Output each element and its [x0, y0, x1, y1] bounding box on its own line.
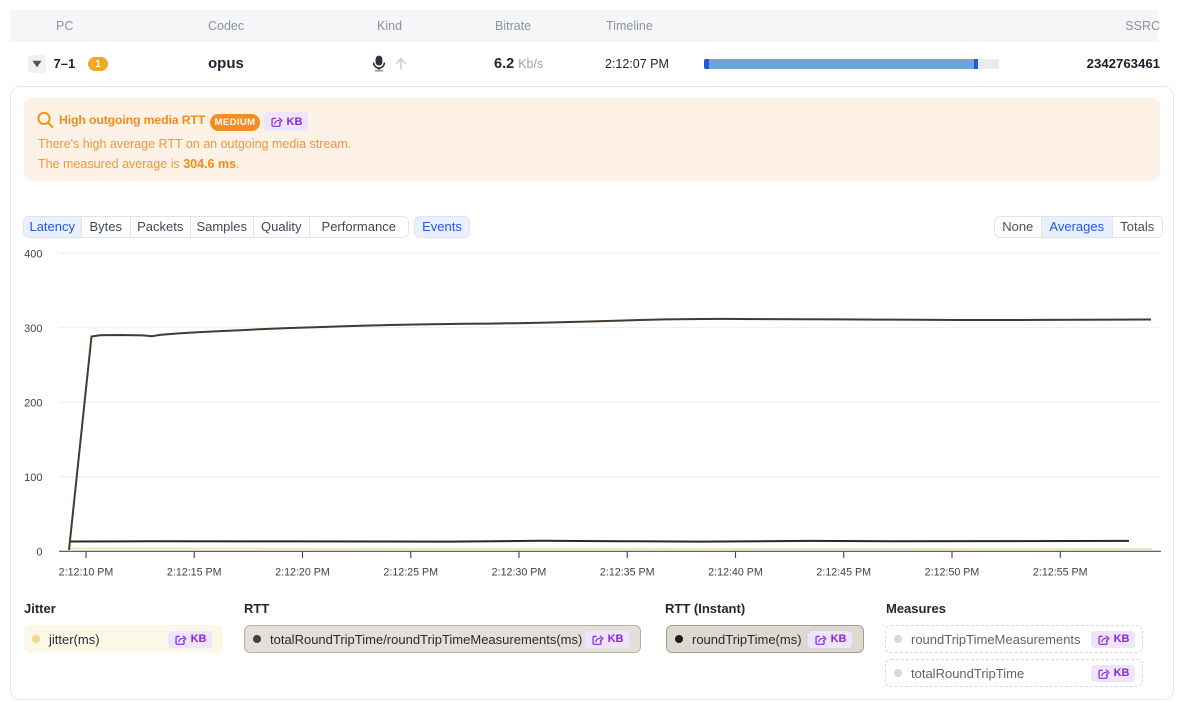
svg-text:100: 100 [24, 472, 42, 484]
svg-text:2:12:55 PM: 2:12:55 PM [1033, 567, 1088, 579]
svg-text:0: 0 [36, 546, 42, 558]
svg-text:2:12:50 PM: 2:12:50 PM [925, 567, 980, 579]
svg-text:2:12:35 PM: 2:12:35 PM [600, 567, 655, 579]
svg-text:2:12:20 PM: 2:12:20 PM [275, 567, 330, 579]
svg-text:300: 300 [24, 323, 42, 335]
svg-text:2:12:40 PM: 2:12:40 PM [708, 567, 763, 579]
svg-text:2:12:25 PM: 2:12:25 PM [383, 567, 438, 579]
svg-text:400: 400 [24, 248, 42, 260]
svg-text:2:12:15 PM: 2:12:15 PM [167, 567, 222, 579]
svg-text:2:12:10 PM: 2:12:10 PM [59, 567, 114, 579]
svg-text:2:12:45 PM: 2:12:45 PM [816, 567, 871, 579]
svg-text:200: 200 [24, 397, 42, 409]
svg-text:2:12:30 PM: 2:12:30 PM [492, 567, 547, 579]
